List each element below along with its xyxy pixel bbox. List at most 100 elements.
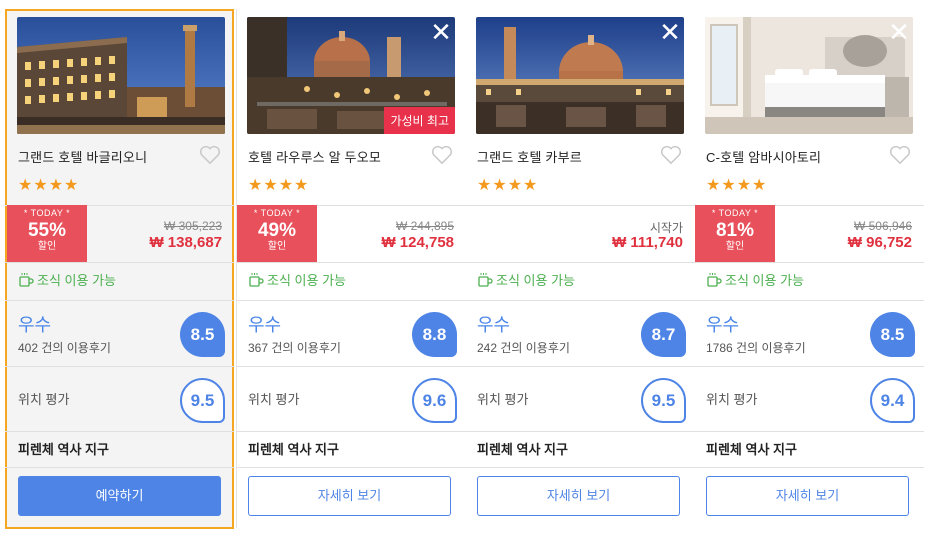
close-icon[interactable]: ✕: [888, 20, 910, 46]
today-deal-badge: * TODAY * 49% 할인: [237, 205, 317, 262]
divider: [237, 300, 466, 301]
deal-tag: * TODAY *: [253, 208, 301, 218]
hotel-photo-image: [705, 17, 913, 134]
review-count[interactable]: 402 건의 이용후기: [18, 339, 111, 356]
today-deal-badge: * TODAY * 81% 할인: [695, 205, 775, 262]
view-details-button[interactable]: 자세히 보기: [248, 476, 451, 516]
deal-price[interactable]: ₩ 124,758: [381, 234, 454, 251]
review-score-badge: 8.5: [870, 312, 915, 357]
location-rating-label: 위치 평가: [706, 392, 758, 407]
coffee-cup-icon: [19, 273, 34, 287]
review-count[interactable]: 1786 건의 이용후기: [706, 339, 806, 356]
deal-off-label: 할인: [37, 241, 57, 252]
breakfast-info: 조식 이용 가능: [706, 270, 804, 289]
star-rating: ★★★★: [477, 175, 539, 194]
location-score-badge: 9.6: [412, 378, 457, 423]
divider: [695, 262, 924, 263]
hotel-name[interactable]: C-호텔 암바시아토리: [706, 147, 821, 166]
hotel-name[interactable]: 그랜드 호텔 카부르: [477, 147, 582, 166]
hotel-area: 피렌체 역사 지구: [706, 442, 797, 457]
view-details-button[interactable]: 자세히 보기: [706, 476, 909, 516]
divider: [695, 467, 924, 468]
divider: [466, 431, 695, 432]
close-icon[interactable]: ✕: [659, 20, 681, 46]
location-score-badge: 9.4: [870, 378, 915, 423]
best-value-badge: 가성비 최고: [384, 107, 455, 134]
heart-icon[interactable]: [660, 145, 682, 165]
hotel-card[interactable]: ✕ 그랜드 호텔 카부르 ★★★★ 시작가 ₩ 111,740 조식 이용 가능…: [466, 9, 695, 528]
original-price: ₩ 244,895: [395, 219, 454, 233]
hotel-photo[interactable]: [705, 17, 913, 134]
hotel-area: 피렌체 역사 지구: [248, 442, 339, 457]
original-price: ₩ 506,946: [853, 219, 912, 233]
heart-icon[interactable]: [889, 145, 911, 165]
divider: [466, 366, 695, 367]
coffee-cup-icon: [707, 273, 722, 287]
divider: [695, 431, 924, 432]
hotel-name[interactable]: 호텔 라우루스 알 두오모: [248, 147, 381, 166]
star-rating: ★★★★: [18, 175, 80, 194]
deal-percent: 49%: [257, 220, 297, 241]
review-grade: 우수: [248, 315, 282, 335]
divider: [237, 467, 466, 468]
divider: [237, 262, 466, 263]
coffee-cup-icon: [478, 273, 493, 287]
divider: [237, 431, 466, 432]
heart-icon[interactable]: [199, 145, 221, 165]
view-details-button[interactable]: 자세히 보기: [477, 476, 680, 516]
divider: [466, 467, 695, 468]
divider: [466, 205, 695, 206]
location-rating-label: 위치 평가: [477, 392, 529, 407]
breakfast-info: 조식 이용 가능: [248, 270, 346, 289]
hotel-photo[interactable]: 가성비 최고: [247, 17, 455, 134]
hotel-card[interactable]: ✕ C-호텔 암바시아토리 ★★★★ * TODAY * 81% 할인 ₩ 50…: [695, 9, 924, 528]
breakfast-label: 조식 이용 가능: [496, 273, 575, 288]
price[interactable]: ₩ 111,740: [612, 234, 683, 251]
location-score-badge: 9.5: [641, 378, 686, 423]
hotel-photo[interactable]: [17, 17, 225, 134]
divider: [466, 262, 695, 263]
breakfast-info: 조식 이용 가능: [18, 270, 116, 289]
review-score-badge: 8.7: [641, 312, 686, 357]
breakfast-label: 조식 이용 가능: [725, 273, 804, 288]
hotel-card[interactable]: 가성비 최고 ✕ 호텔 라우루스 알 두오모 ★★★★ * TODAY * 49…: [237, 9, 466, 528]
divider: [5, 300, 234, 301]
deal-price[interactable]: ₩ 138,687: [149, 234, 222, 251]
divider: [5, 467, 234, 468]
heart-icon[interactable]: [431, 145, 453, 165]
star-rating: ★★★★: [248, 175, 310, 194]
today-deal-badge: * TODAY * 55% 할인: [7, 205, 87, 262]
star-rating: ★★★★: [706, 175, 768, 194]
review-grade: 우수: [477, 315, 511, 335]
breakfast-label: 조식 이용 가능: [37, 273, 116, 288]
coffee-cup-icon: [249, 273, 264, 287]
review-count[interactable]: 242 건의 이용후기: [477, 339, 570, 356]
original-price: ₩ 305,223: [163, 219, 222, 233]
divider: [695, 366, 924, 367]
hotel-name[interactable]: 그랜드 호텔 바글리오니: [18, 147, 147, 166]
deal-off-label: 할인: [725, 241, 745, 252]
review-count[interactable]: 367 건의 이용후기: [248, 339, 341, 356]
deal-off-label: 할인: [267, 241, 287, 252]
divider: [5, 366, 234, 367]
divider: [695, 300, 924, 301]
close-icon[interactable]: ✕: [430, 20, 452, 46]
deal-percent: 55%: [27, 220, 67, 241]
divider: [237, 366, 466, 367]
review-score-badge: 8.8: [412, 312, 457, 357]
book-button[interactable]: 예약하기: [18, 476, 221, 516]
divider: [5, 262, 234, 263]
location-rating-label: 위치 평가: [18, 392, 70, 407]
breakfast-info: 조식 이용 가능: [477, 270, 575, 289]
divider: [466, 300, 695, 301]
hotel-card-selected[interactable]: 그랜드 호텔 바글리오니 ★★★★ * TODAY * 55% 할인 ₩ 305…: [5, 9, 234, 529]
hotel-area: 피렌체 역사 지구: [477, 442, 568, 457]
hotel-photo-image: [476, 17, 684, 134]
location-score-badge: 9.5: [180, 378, 225, 423]
deal-price[interactable]: ₩ 96,752: [848, 234, 912, 251]
hotel-photo[interactable]: [476, 17, 684, 134]
review-grade: 우수: [18, 315, 52, 335]
deal-tag: * TODAY *: [711, 208, 759, 218]
divider: [5, 431, 234, 432]
hotel-area: 피렌체 역사 지구: [18, 442, 109, 457]
